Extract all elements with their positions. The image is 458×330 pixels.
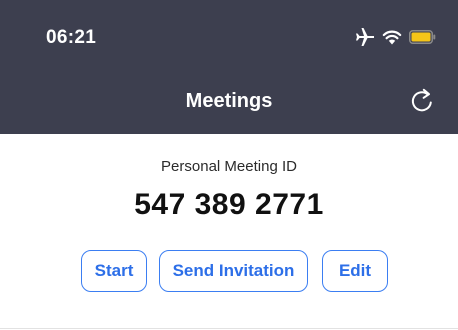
refresh-icon[interactable] [408,86,436,116]
status-icons [355,27,436,47]
status-bar: 06:21 [0,0,458,70]
page-title: Meetings [185,90,273,112]
app-header: 06:21 Meetings [0,0,458,134]
divider [0,328,458,329]
send-invitation-button[interactable]: Send Invitation [159,250,308,292]
personal-meeting-id-label: Personal Meeting ID [161,158,297,175]
airplane-mode-icon [355,28,375,46]
edit-button[interactable]: Edit [322,250,388,292]
start-button[interactable]: Start [81,250,147,292]
status-time: 06:21 [46,27,97,48]
wifi-icon [382,29,402,45]
battery-icon [409,30,436,44]
meeting-panel: Personal Meeting ID 547 389 2771 Start S… [0,134,458,330]
personal-meeting-id-value: 547 389 2771 [134,188,324,221]
nav-bar: Meetings [0,70,458,134]
